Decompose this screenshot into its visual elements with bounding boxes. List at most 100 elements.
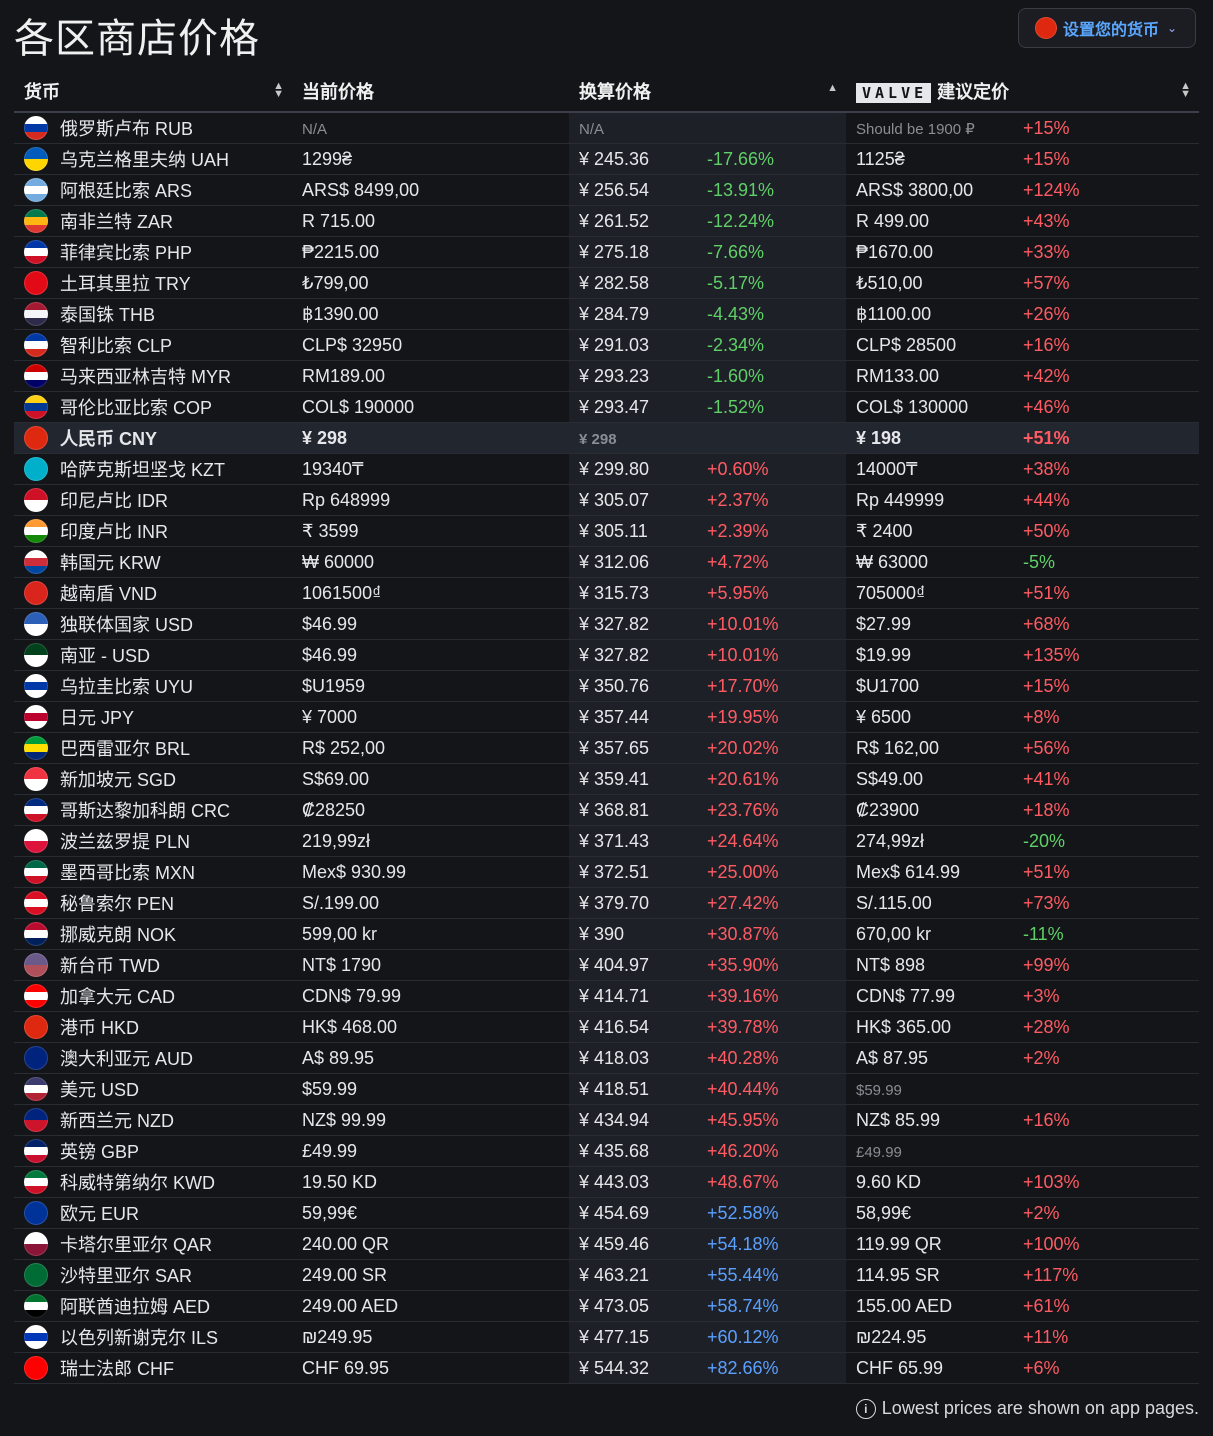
- converted-price-cell: ¥ 350.76: [569, 670, 707, 702]
- current-price: 1299₴: [302, 148, 353, 169]
- converted-price-cell: ¥ 359.41: [569, 763, 707, 795]
- current-price: RM189.00: [302, 365, 386, 386]
- table-row[interactable]: 南亚 - USD $46.99 ¥ 327.82 +10.01% $19.99 …: [14, 639, 1199, 671]
- table-row[interactable]: 港币 HKD HK$ 468.00 ¥ 416.54 +39.78% HK$ 3…: [14, 1011, 1199, 1043]
- converted-price-cell: ¥ 418.03: [569, 1042, 707, 1074]
- country-flag-icon: [24, 1356, 48, 1380]
- recommended-diff-cell: +46%: [1023, 391, 1199, 423]
- table-row[interactable]: 加拿大元 CAD CDN$ 79.99 ¥ 414.71 +39.16% CDN…: [14, 980, 1199, 1012]
- recommended-diff: +117%: [1023, 1264, 1079, 1285]
- recommended-diff: +43%: [1023, 210, 1070, 231]
- converted-diff: +19.95%: [707, 706, 779, 727]
- table-row[interactable]: 乌拉圭比索 UYU $U1959 ¥ 350.76 +17.70% $U1700…: [14, 670, 1199, 702]
- converted-price-cell: ¥ 327.82: [569, 639, 707, 671]
- table-row[interactable]: 马来西亚林吉特 MYR RM189.00 ¥ 293.23 -1.60% RM1…: [14, 360, 1199, 392]
- recommended-diff: +33%: [1023, 241, 1070, 262]
- converted-price: ¥ 379.70: [579, 892, 650, 913]
- currency-name: 韩国元 KRW: [60, 553, 161, 573]
- table-row[interactable]: 菲律宾比索 PHP ₱2215.00 ¥ 275.18 -7.66% ₱1670…: [14, 236, 1199, 268]
- country-flag-icon: [24, 922, 48, 946]
- converted-price-cell: ¥ 357.65: [569, 732, 707, 764]
- table-row[interactable]: 日元 JPY ¥ 7000 ¥ 357.44 +19.95% ¥ 6500 +8…: [14, 701, 1199, 733]
- table-row[interactable]: 阿根廷比索 ARS ARS$ 8499,00 ¥ 256.54 -13.91% …: [14, 174, 1199, 206]
- column-header-current-price[interactable]: 当前价格: [292, 70, 569, 113]
- table-row[interactable]: 韩国元 KRW ₩ 60000 ¥ 312.06 +4.72% ₩ 63000 …: [14, 546, 1199, 578]
- table-row[interactable]: 秘鲁索尔 PEN S/.199.00 ¥ 379.70 +27.42% S/.1…: [14, 887, 1199, 919]
- table-row[interactable]: 智利比索 CLP CLP$ 32950 ¥ 291.03 -2.34% CLP$…: [14, 329, 1199, 361]
- converted-diff-cell: +4.72%: [707, 546, 846, 578]
- table-row[interactable]: 沙特里亚尔 SAR 249.00 SR ¥ 463.21 +55.44% 114…: [14, 1259, 1199, 1291]
- table-row[interactable]: 挪威克朗 NOK 599,00 kr ¥ 390 +30.87% 670,00 …: [14, 918, 1199, 950]
- country-flag-icon: [24, 1325, 48, 1349]
- table-row[interactable]: 波兰兹罗提 PLN 219,99zł ¥ 371.43 +24.64% 274,…: [14, 825, 1199, 857]
- table-row[interactable]: 印尼卢比 IDR Rp 648999 ¥ 305.07 +2.37% Rp 44…: [14, 484, 1199, 516]
- current-price-cell: R 715.00: [292, 205, 569, 237]
- converted-price: ¥ 315.73: [579, 582, 650, 603]
- currency-cell: 英镑 GBP: [14, 1135, 292, 1167]
- recommended-diff-cell: +18%: [1023, 794, 1199, 826]
- table-row[interactable]: 乌克兰格里夫纳 UAH 1299₴ ¥ 245.36 -17.66% 1125₴…: [14, 143, 1199, 175]
- converted-price: ¥ 327.82: [579, 613, 650, 634]
- recommended-price-cell: ₩ 63000: [846, 546, 1023, 578]
- converted-diff: -2.34%: [707, 334, 765, 355]
- table-row[interactable]: 独联体国家 USD $46.99 ¥ 327.82 +10.01% $27.99…: [14, 608, 1199, 640]
- converted-price-cell: ¥ 291.03: [569, 329, 707, 361]
- converted-diff: +60.12%: [707, 1326, 779, 1347]
- table-row[interactable]: 美元 USD $59.99 ¥ 418.51 +40.44% $59.99: [14, 1073, 1199, 1105]
- recommended-price: ₹ 2400: [856, 520, 913, 541]
- converted-price: N/A: [579, 120, 605, 138]
- converted-diff-cell: -12.24%: [707, 205, 846, 237]
- column-header-converted-price[interactable]: 换算价格 ▲: [569, 70, 846, 113]
- table-row[interactable]: 瑞士法郎 CHF CHF 69.95 ¥ 544.32 +82.66% CHF …: [14, 1352, 1199, 1384]
- table-row[interactable]: 俄罗斯卢布 RUB N/A N/A Should be 1900 ₽ +15%: [14, 112, 1199, 144]
- table-row[interactable]: 人民币 CNY ¥ 298 ¥ 298 ¥ 198 +51%: [14, 422, 1199, 454]
- current-price-cell: ARS$ 8499,00: [292, 174, 569, 206]
- table-row[interactable]: 哥伦比亚比索 COP COL$ 190000 ¥ 293.47 -1.52% C…: [14, 391, 1199, 423]
- converted-diff: +52.58%: [707, 1202, 779, 1223]
- recommended-diff: +57%: [1023, 272, 1070, 293]
- recommended-diff-cell: +43%: [1023, 205, 1199, 237]
- recommended-price-cell: CLP$ 28500: [846, 329, 1023, 361]
- table-row[interactable]: 土耳其里拉 TRY ₺799,00 ¥ 282.58 -5.17% ₺510,0…: [14, 267, 1199, 299]
- table-row[interactable]: 以色列新谢克尔 ILS ₪249.95 ¥ 477.15 +60.12% ₪22…: [14, 1321, 1199, 1353]
- converted-price: ¥ 357.44: [579, 706, 650, 727]
- table-row[interactable]: 新西兰元 NZD NZ$ 99.99 ¥ 434.94 +45.95% NZ$ …: [14, 1104, 1199, 1136]
- currency-name: 印度卢比 INR: [60, 522, 168, 542]
- table-row[interactable]: 墨西哥比索 MXN Mex$ 930.99 ¥ 372.51 +25.00% M…: [14, 856, 1199, 888]
- table-row[interactable]: 卡塔尔里亚尔 QAR 240.00 QR ¥ 459.46 +54.18% 11…: [14, 1228, 1199, 1260]
- column-header-currency[interactable]: 货币 ▲ ▼: [14, 70, 292, 113]
- currency-cell: 卡塔尔里亚尔 QAR: [14, 1228, 292, 1260]
- recommended-diff: +124%: [1023, 179, 1080, 200]
- recommended-diff: +16%: [1023, 1109, 1070, 1130]
- recommended-price-cell: ₹ 2400: [846, 515, 1023, 547]
- current-price: £49.99: [302, 1140, 358, 1161]
- current-price-cell: NT$ 1790: [292, 949, 569, 981]
- table-row[interactable]: 新加坡元 SGD S$69.00 ¥ 359.41 +20.61% S$49.0…: [14, 763, 1199, 795]
- table-row[interactable]: 哥斯达黎加科朗 CRC ₡28250 ¥ 368.81 +23.76% ₡239…: [14, 794, 1199, 826]
- table-row[interactable]: 阿联酋迪拉姆 AED 249.00 AED ¥ 473.05 +58.74% 1…: [14, 1290, 1199, 1322]
- table-row[interactable]: 新台币 TWD NT$ 1790 ¥ 404.97 +35.90% NT$ 89…: [14, 949, 1199, 981]
- table-row[interactable]: 科威特第纳尔 KWD 19.50 KD ¥ 443.03 +48.67% 9.6…: [14, 1166, 1199, 1198]
- column-header-recommended-price[interactable]: VALVE 建议定价 ▲ ▼: [846, 70, 1199, 113]
- current-price: NT$ 1790: [302, 954, 382, 975]
- recommended-diff-cell: -11%: [1023, 918, 1199, 950]
- converted-price: ¥ 390: [579, 923, 625, 944]
- table-row[interactable]: 泰国铢 THB ฿1390.00 ¥ 284.79 -4.43% ฿1100.0…: [14, 298, 1199, 330]
- recommended-price-cell: NT$ 898: [846, 949, 1023, 981]
- table-row[interactable]: 英镑 GBP £49.99 ¥ 435.68 +46.20% £49.99: [14, 1135, 1199, 1167]
- converted-price-cell: ¥ 327.82: [569, 608, 707, 640]
- table-row[interactable]: 南非兰特 ZAR R 715.00 ¥ 261.52 -12.24% R 499…: [14, 205, 1199, 237]
- converted-price-cell: ¥ 459.46: [569, 1228, 707, 1260]
- table-row[interactable]: 哈萨克斯坦坚戈 KZT 19340₸ ¥ 299.80 +0.60% 14000…: [14, 453, 1199, 485]
- table-row[interactable]: 印度卢比 INR ₹ 3599 ¥ 305.11 +2.39% ₹ 2400 +…: [14, 515, 1199, 547]
- recommended-diff: +51%: [1023, 861, 1070, 882]
- table-row[interactable]: 欧元 EUR 59,99€ ¥ 454.69 +52.58% 58,99€ +2…: [14, 1197, 1199, 1229]
- table-row[interactable]: 澳大利亚元 AUD A$ 89.95 ¥ 418.03 +40.28% A$ 8…: [14, 1042, 1199, 1074]
- current-price-cell: $46.99: [292, 608, 569, 640]
- set-currency-button[interactable]: 设置您的货币 ⌄: [1018, 8, 1196, 48]
- country-flag-icon: [24, 581, 48, 605]
- currency-name: 港币 HKD: [60, 1018, 140, 1038]
- table-row[interactable]: 巴西雷亚尔 BRL R$ 252,00 ¥ 357.65 +20.02% R$ …: [14, 732, 1199, 764]
- currency-cell: 土耳其里拉 TRY: [14, 267, 292, 299]
- table-row[interactable]: 越南盾 VND 1061500₫ ¥ 315.73 +5.95% 705000₫…: [14, 577, 1199, 609]
